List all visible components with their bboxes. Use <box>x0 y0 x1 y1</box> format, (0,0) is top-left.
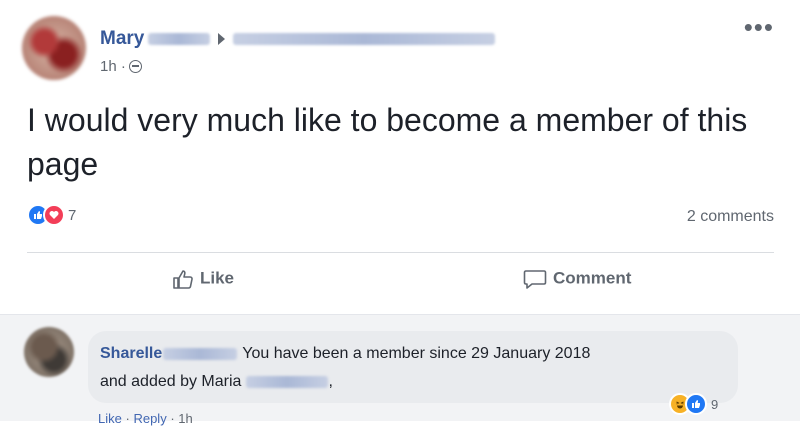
facebook-post: Mary 1h · ••• I would very much like to … <box>0 0 800 426</box>
target-page-name-redacted[interactable] <box>233 32 496 45</box>
author-avatar[interactable] <box>22 16 86 80</box>
commenter-surname-redacted <box>163 347 238 360</box>
comment-line-2: and added by Maria, <box>100 373 333 391</box>
divider <box>27 252 774 253</box>
comment-line-1: Sharelle You have been a member since 29 … <box>100 345 590 363</box>
comment-reactions[interactable]: 9 <box>669 393 718 415</box>
comment-reaction-count: 9 <box>711 396 719 412</box>
comment-reply-link[interactable]: Reply <box>133 411 166 426</box>
comment-actions: Like · Reply · 1h <box>98 411 193 426</box>
post-text: I would very much like to become a membe… <box>27 102 748 182</box>
author-name[interactable]: Mary <box>100 28 144 49</box>
mentioned-surname-redacted <box>246 375 329 388</box>
thumbs-up-icon <box>173 270 193 289</box>
like-button[interactable]: Like <box>172 268 234 290</box>
commenter-avatar[interactable] <box>24 327 74 377</box>
globe-icon <box>128 60 142 73</box>
post-header: Mary <box>100 28 496 50</box>
comment-text-line1: You have been a member since 29 January … <box>242 345 591 362</box>
like-reaction-icon <box>685 393 707 415</box>
author-surname-redacted <box>148 32 211 45</box>
meta-separator: · <box>120 58 126 75</box>
more-options-icon[interactable]: ••• <box>744 14 774 40</box>
comment-label: Comment <box>553 268 632 288</box>
comment-action-separator: · <box>125 411 130 426</box>
comment-bubble-icon <box>523 270 547 289</box>
comment-timestamp[interactable]: 1h <box>178 411 192 426</box>
post-timestamp[interactable]: 1h <box>100 58 117 75</box>
comment-bubble: Sharelle You have been a member since 29 … <box>88 331 738 403</box>
comments-section: Sharelle You have been a member since 29 … <box>0 314 800 426</box>
comment-text-line2: and added by Maria <box>100 373 242 390</box>
post-meta: 1h · <box>100 58 142 75</box>
reaction-count: 7 <box>68 206 77 224</box>
comments-count-link[interactable]: 2 comments <box>687 208 774 226</box>
comment-text-line2-suffix: , <box>328 373 333 390</box>
comment-like-link[interactable]: Like <box>98 411 122 426</box>
love-reaction-icon <box>43 204 65 226</box>
comment-action-separator-2: · <box>170 411 175 426</box>
commenter-name[interactable]: Sharelle <box>100 345 162 362</box>
chevron-right-icon <box>218 32 226 45</box>
comment-button[interactable]: Comment <box>523 268 631 290</box>
like-label: Like <box>200 268 235 288</box>
reactions-summary[interactable]: 7 <box>27 204 76 228</box>
